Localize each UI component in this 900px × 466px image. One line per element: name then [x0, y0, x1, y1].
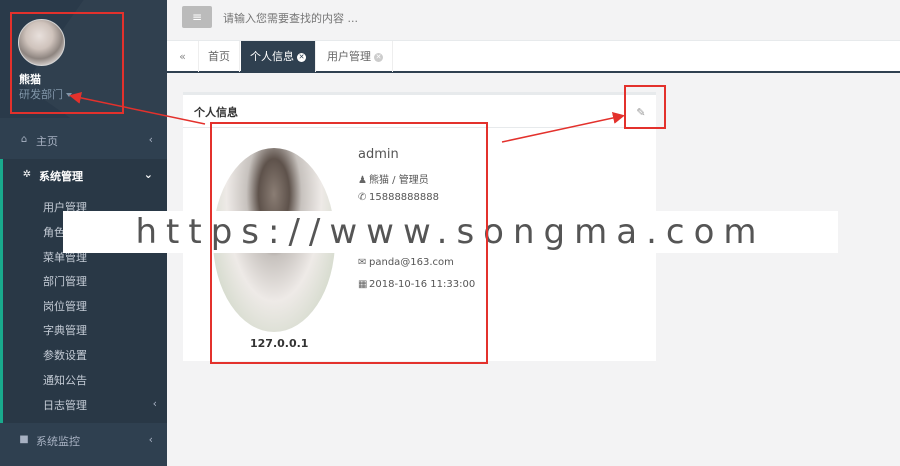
close-icon[interactable]: ✕	[374, 52, 383, 62]
tab-home[interactable]: 首页	[199, 41, 240, 72]
submenu-notices[interactable]: 通知公告	[43, 372, 87, 388]
annotation-box-profile	[210, 122, 488, 364]
submenu-dict-management[interactable]: 字典管理	[43, 322, 87, 338]
double-chevron-left-icon: «	[179, 50, 186, 63]
gear-icon: ✲	[22, 169, 32, 180]
submenu-dept-management[interactable]: 部门管理	[43, 273, 87, 289]
submenu-post-management[interactable]: 岗位管理	[43, 298, 87, 314]
tab-profile[interactable]: 个人信息 ✕	[241, 41, 316, 72]
tab-user-management[interactable]: 用户管理 ✕	[318, 41, 393, 72]
nav-system-management[interactable]: ✲ 系统管理 ⌄	[0, 159, 167, 193]
hamburger-icon: ≡	[191, 10, 203, 24]
annotation-box-edit	[624, 85, 666, 129]
nav-system-monitor[interactable]: ■ 系统监控 ‹	[0, 424, 167, 458]
chevron-left-icon: ‹	[148, 133, 153, 146]
nav-home[interactable]: ⌂ 主页 ‹	[0, 124, 167, 158]
submenu-params[interactable]: 参数设置	[43, 347, 87, 363]
tab-scroll-left-button[interactable]: «	[167, 41, 199, 72]
menu-toggle-button[interactable]: ≡	[182, 6, 212, 28]
top-navbar: ≡	[167, 0, 900, 41]
video-camera-icon: ■	[19, 434, 29, 445]
close-icon[interactable]: ✕	[297, 52, 306, 62]
home-icon: ⌂	[20, 134, 28, 145]
annotation-box-user-panel	[10, 12, 124, 114]
chevron-left-icon: ‹	[152, 397, 157, 410]
card-title: 个人信息	[194, 106, 238, 119]
tab-bar: « 首页 个人信息 ✕ 用户管理 ✕	[167, 41, 900, 73]
search-input[interactable]	[223, 8, 623, 28]
submenu-log-management[interactable]: 日志管理	[43, 397, 87, 413]
chevron-left-icon: ‹	[148, 433, 153, 446]
chevron-down-icon: ⌄	[143, 168, 153, 181]
submenu-role-management[interactable]: 角色	[43, 224, 65, 240]
